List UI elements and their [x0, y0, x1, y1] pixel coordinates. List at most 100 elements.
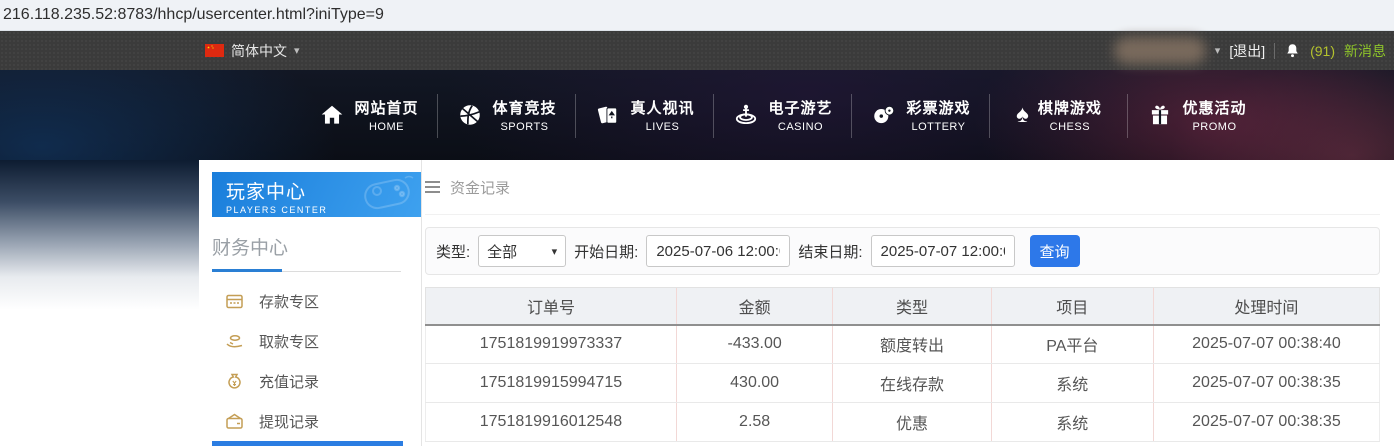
sports-ball-icon: [460, 105, 481, 125]
logout-button[interactable]: [退出]: [1229, 41, 1265, 61]
nav-label-en: HOME: [368, 121, 404, 133]
sidebar-item-deposit-zone[interactable]: 存款专区: [212, 281, 403, 321]
sidebar-item-label: 取款专区: [259, 333, 320, 351]
breadcrumb: 资金记录: [425, 160, 1380, 215]
sidebar: 玩家中心 PLAYERS CENTER 财务中心 存款专区 取款专区 充值记录 …: [199, 160, 422, 446]
cell-amount: 430.00: [675, 363, 833, 403]
sidebar-menu: 存款专区 取款专区 充值记录 提现记录: [199, 281, 421, 446]
type-select-value: 全部: [487, 243, 518, 261]
nav-label-zh: 体育竞技: [492, 100, 557, 117]
sidebar-item-label: 存款专区: [259, 293, 320, 311]
col-header-type: 类型: [832, 287, 992, 326]
withdraw-icon: [226, 334, 243, 347]
cell-type: 优惠: [832, 402, 992, 442]
sidebar-item-funds-record[interactable]: 资金记录 ›: [212, 441, 403, 446]
funds-record-table: 订单号 金额 类型 项目 处理时间 1751819919973337 -433.…: [425, 287, 1381, 442]
new-messages-link[interactable]: 新消息: [1344, 41, 1386, 61]
nav-label-zh: 优惠活动: [1182, 100, 1247, 117]
main-panel: 资金记录 类型: 全部 ▾ 开始日期: 结束日期: 查询: [425, 160, 1381, 442]
sidebar-item-label: 充值记录: [259, 373, 320, 391]
home-icon: [322, 105, 343, 124]
sidebar-item-withdraw-zone[interactable]: 取款专区: [212, 321, 403, 361]
divider: [1274, 42, 1276, 59]
cell-type: 额度转出: [832, 324, 992, 364]
nav-label-zh: 真人视讯: [630, 100, 695, 117]
table-row: 1751819919973337 -433.00 额度转出 PA平台 2025-…: [425, 324, 1381, 364]
withdrawal-record-icon: [226, 413, 243, 429]
table-row: 1751819916012548 2.58 优惠 系统 2025-07-07 0…: [425, 402, 1381, 442]
nav-lives[interactable]: 真人视讯 LIVES: [576, 70, 714, 160]
gift-icon: [1152, 105, 1169, 125]
nav-lottery[interactable]: 彩票游戏 LOTTERY: [852, 70, 990, 160]
nav-label-zh: 棋牌游戏: [1037, 100, 1102, 117]
language-selector[interactable]: 简体中文 ▾: [205, 41, 300, 61]
page: 216.118.235.52:8783/hhcp/usercenter.html…: [0, 0, 1394, 446]
start-date-input[interactable]: [646, 235, 791, 267]
filter-bar: 类型: 全部 ▾ 开始日期: 结束日期: 查询: [425, 227, 1380, 275]
recharge-record-icon: [228, 373, 241, 389]
col-header-time: 处理时间: [1152, 287, 1381, 326]
main-nav: 网站首页 HOME 体育竞技 SPORTS 真人视讯 LIVES 电子游艺 CA…: [0, 70, 1394, 160]
breadcrumb-label: 资金记录: [450, 179, 511, 197]
nav-sports[interactable]: 体育竞技 SPORTS: [438, 70, 576, 160]
start-date-label: 开始日期:: [574, 243, 639, 261]
deposit-icon: [226, 294, 243, 308]
browser-url-bar[interactable]: 216.118.235.52:8783/hhcp/usercenter.html…: [0, 0, 1394, 31]
table-row: 1751819915994715 430.00 在线存款 系统 2025-07-…: [425, 363, 1381, 403]
lottery-balls-icon: [874, 105, 895, 124]
nav-label-en: LOTTERY: [911, 121, 966, 133]
username-blurred: [1113, 37, 1206, 64]
end-date-input[interactable]: [870, 235, 1015, 267]
user-chevron-down-icon[interactable]: ▾: [1215, 44, 1221, 57]
table-header-row: 订单号 金额 类型 项目 处理时间: [425, 287, 1381, 326]
type-label: 类型:: [436, 243, 471, 261]
sidebar-item-label: 提现记录: [259, 413, 320, 431]
col-header-project: 项目: [990, 287, 1154, 326]
search-button[interactable]: 查询: [1029, 235, 1080, 267]
players-center-banner: 玩家中心 PLAYERS CENTER: [212, 172, 421, 217]
col-header-amount: 金额: [675, 287, 833, 326]
user-area: ▾ [退出] (91) 新消息: [1113, 37, 1394, 64]
chevron-down-icon: ▾: [551, 245, 558, 258]
cell-project: 系统: [990, 402, 1154, 442]
cards-icon: [598, 106, 618, 124]
background-gradient: [0, 160, 199, 310]
nav-label-en: LIVES: [645, 121, 680, 133]
content-area: 玩家中心 PLAYERS CENTER 财务中心 存款专区 取款专区 充值记录 …: [0, 160, 1394, 446]
nav-promo[interactable]: 优惠活动 PROMO: [1128, 70, 1266, 160]
cell-amount: -433.00: [675, 324, 833, 364]
cell-type: 在线存款: [832, 363, 992, 403]
nav-chess[interactable]: ♠ 棋牌游戏 CHESS: [990, 70, 1128, 160]
cell-project: PA平台: [990, 324, 1154, 364]
china-flag-icon: [205, 44, 224, 57]
message-count[interactable]: (91): [1310, 43, 1335, 59]
sidebar-item-withdrawal-record[interactable]: 提现记录: [212, 401, 403, 441]
nav-label-en: CHESS: [1049, 121, 1091, 133]
bell-icon[interactable]: [1284, 42, 1301, 60]
language-label: 简体中文: [231, 42, 287, 59]
nav-casino[interactable]: 电子游艺 CASINO: [714, 70, 852, 160]
chevron-down-icon: ▾: [294, 45, 300, 57]
type-select[interactable]: 全部 ▾: [478, 235, 567, 267]
top-bar: 简体中文 ▾ ▾ [退出] (91) 新消息: [0, 31, 1394, 70]
gamepad-decoration-icon: [364, 175, 414, 210]
cell-order-id: 1751819915994715: [425, 363, 677, 403]
cell-amount: 2.58: [675, 402, 833, 442]
spade-icon: ♠: [1016, 101, 1029, 128]
nav-label-en: CASINO: [777, 121, 824, 133]
cell-time: 2025-07-07 00:38:40: [1152, 324, 1381, 364]
nav-label-zh: 电子游艺: [768, 100, 833, 117]
cell-time: 2025-07-07 00:38:35: [1152, 363, 1381, 403]
nav-label-en: PROMO: [1192, 121, 1237, 133]
cell-time: 2025-07-07 00:38:35: [1152, 402, 1381, 442]
finance-section-title: 财务中心: [212, 238, 289, 259]
page-url: 216.118.235.52:8783/hhcp/usercenter.html…: [3, 6, 384, 23]
sidebar-item-recharge-record[interactable]: 充值记录: [212, 361, 403, 401]
section-underline: [212, 269, 401, 272]
cell-project: 系统: [990, 363, 1154, 403]
nav-home[interactable]: 网站首页 HOME: [300, 70, 438, 160]
roulette-icon: [736, 104, 757, 125]
cell-order-id: 1751819916012548: [425, 402, 677, 442]
menu-icon: [425, 178, 440, 196]
cell-order-id: 1751819919973337: [425, 324, 677, 364]
